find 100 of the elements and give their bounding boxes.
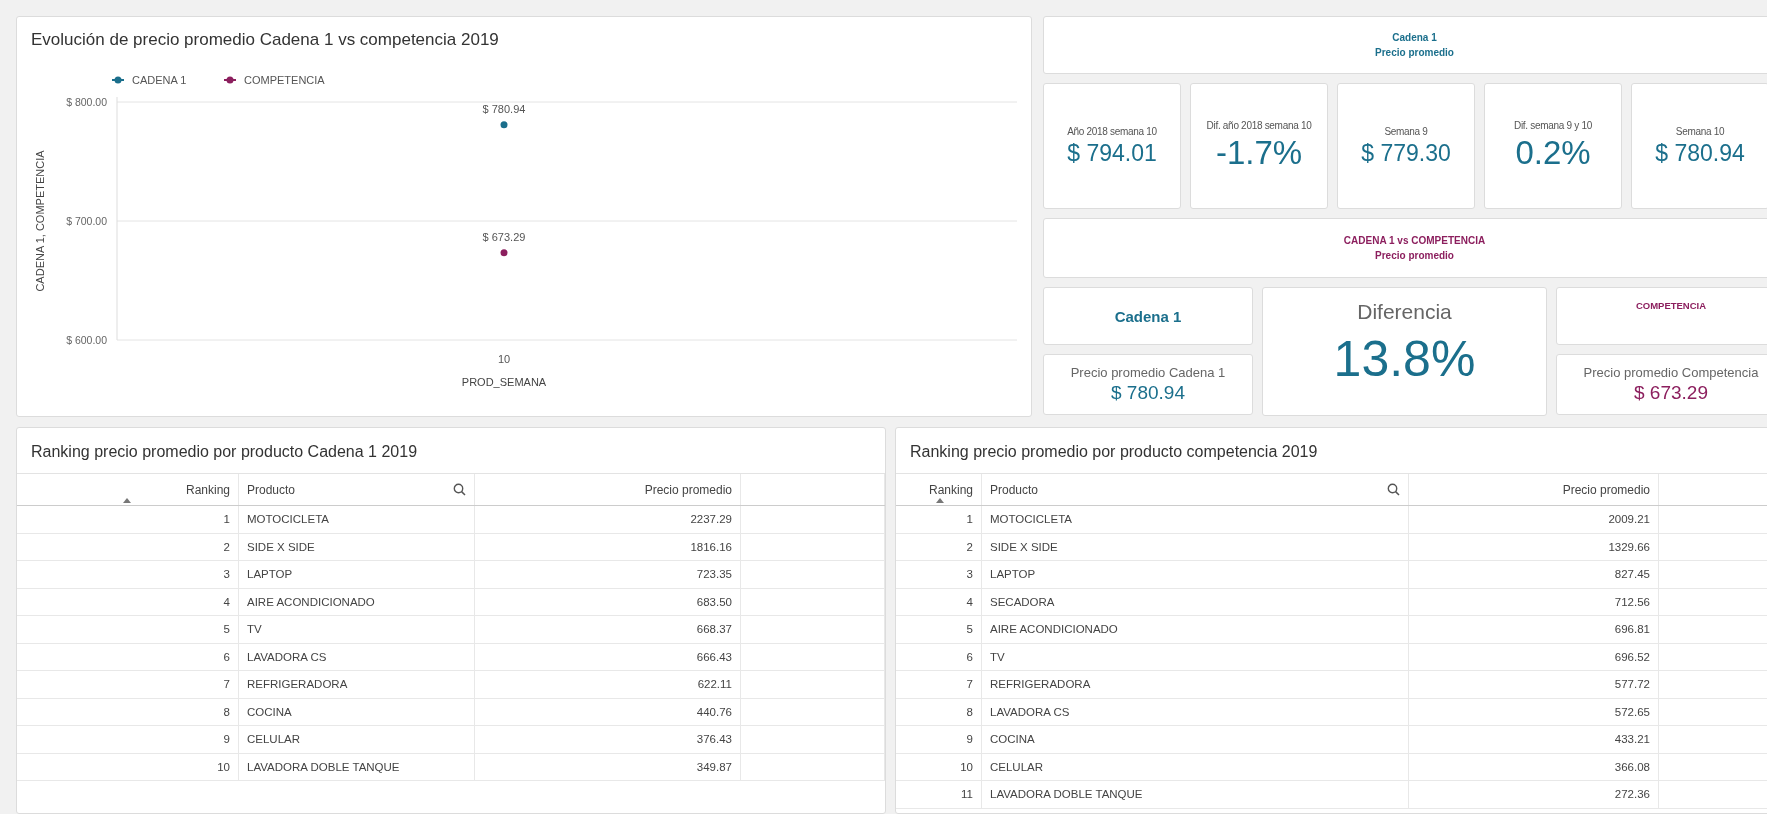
data-label: $ 780.94 bbox=[482, 102, 526, 115]
table-cell: 433.21 bbox=[1409, 726, 1659, 753]
table-cell: 1 bbox=[896, 506, 982, 533]
table-cell: 7 bbox=[17, 671, 239, 698]
table-cell: REFRIGERADORA bbox=[982, 671, 1409, 698]
table-cell: 272.36 bbox=[1409, 781, 1659, 808]
difference-value: 13.8% bbox=[1333, 330, 1476, 388]
table-cell: 6 bbox=[17, 643, 239, 670]
table-cell: 349.87 bbox=[475, 753, 741, 780]
kpi-value: 0.2% bbox=[1515, 134, 1591, 172]
table-cell: 2 bbox=[17, 533, 239, 560]
table-cell: 5 bbox=[896, 616, 982, 643]
table-cell: 622.11 bbox=[475, 671, 741, 698]
table-cell: CELULAR bbox=[239, 726, 475, 753]
table-cell: 572.65 bbox=[1409, 698, 1659, 725]
table-cell: 3 bbox=[17, 561, 239, 588]
table-cell: 1 bbox=[17, 506, 239, 533]
x-tick-label: 10 bbox=[497, 353, 511, 365]
table-cell: 4 bbox=[17, 588, 239, 615]
table-cell: MOTOCICLETA bbox=[982, 506, 1409, 533]
table-cell: LAVADORA DOBLE TANQUE bbox=[982, 781, 1409, 808]
table-cell: 2 bbox=[896, 533, 982, 560]
table-cell: 366.08 bbox=[1409, 753, 1659, 780]
price-value: $ 780.94 bbox=[1111, 382, 1185, 404]
table-cell: MOTOCICLETA bbox=[239, 506, 475, 533]
header-text: Precio promedio bbox=[1375, 47, 1454, 58]
table-cell: 668.37 bbox=[475, 616, 741, 643]
kpi-label: Semana 9 bbox=[1384, 125, 1428, 137]
header-text: Precio promedio bbox=[1375, 250, 1454, 261]
table-cell: 827.45 bbox=[1409, 561, 1659, 588]
difference-label: Diferencia bbox=[1357, 300, 1452, 324]
table-cell: 8 bbox=[896, 698, 982, 725]
card-title: Cadena 1 bbox=[1114, 307, 1182, 325]
table-cell: 10 bbox=[896, 753, 982, 780]
table-title: Ranking precio promedio por producto competencia 2019 bbox=[909, 442, 1319, 462]
kpi-label: Dif. año 2018 semana 10 bbox=[1206, 120, 1312, 131]
table-cell: 577.72 bbox=[1409, 671, 1659, 698]
table-cell: LAVADORA CS bbox=[982, 698, 1409, 725]
table-cell: 2237.29 bbox=[475, 506, 741, 533]
legend-label[interactable]: CADENA 1 bbox=[132, 74, 187, 86]
y-axis-title: CADENA 1, COMPETENCIA bbox=[34, 150, 46, 292]
table-title: Ranking precio promedio por producto Cadena 1 2019 bbox=[30, 442, 419, 462]
sort-ascending-icon[interactable] bbox=[123, 498, 131, 503]
table-cell: 7 bbox=[896, 671, 982, 698]
data-label: $ 673.29 bbox=[482, 230, 526, 243]
column-header[interactable]: Precio promedio bbox=[1562, 482, 1650, 497]
table-cell: TV bbox=[239, 616, 475, 643]
table-cell: 712.56 bbox=[1409, 588, 1659, 615]
y-tick-label: $ 800.00 bbox=[66, 96, 107, 108]
table-cell: 3 bbox=[896, 561, 982, 588]
search-icon[interactable] bbox=[1387, 483, 1400, 496]
table-cell: AIRE ACONDICIONADO bbox=[982, 616, 1409, 643]
sort-ascending-icon[interactable] bbox=[936, 498, 944, 503]
table-cell: CELULAR bbox=[982, 753, 1409, 780]
table-cell: 11 bbox=[896, 781, 982, 808]
table-cell: 4 bbox=[896, 588, 982, 615]
table-cell: COCINA bbox=[982, 726, 1409, 753]
column-header[interactable]: Precio promedio bbox=[644, 482, 732, 497]
table-cell: 8 bbox=[17, 698, 239, 725]
table-cell: 5 bbox=[17, 616, 239, 643]
table-cell: 9 bbox=[17, 726, 239, 753]
table-cell: LAPTOP bbox=[239, 561, 475, 588]
kpi-label: Dif. semana 9 y 10 bbox=[1514, 120, 1592, 131]
table-cell: 723.35 bbox=[475, 561, 741, 588]
chart-title: Evolución de precio promedio Cadena 1 vs competencia 2019 bbox=[30, 29, 500, 50]
header-text: CADENA 1 vs COMPETENCIA bbox=[1343, 235, 1486, 246]
search-icon[interactable] bbox=[453, 483, 466, 496]
legend-label[interactable]: COMPETENCIA bbox=[244, 74, 325, 86]
table-cell: 9 bbox=[896, 726, 982, 753]
kpi-value: $ 779.30 bbox=[1361, 139, 1451, 167]
column-header[interactable]: Producto bbox=[990, 482, 1039, 497]
column-header[interactable]: Ranking bbox=[928, 482, 973, 497]
table-cell: 440.76 bbox=[475, 698, 741, 725]
kpi-label: Año 2018 semana 10 bbox=[1067, 125, 1157, 137]
table-cell: 1329.66 bbox=[1409, 533, 1659, 560]
table-cell: 1816.16 bbox=[475, 533, 741, 560]
kpi-value: $ 780.94 bbox=[1655, 139, 1745, 167]
table-cell: 2009.21 bbox=[1409, 506, 1659, 533]
table-cell: COCINA bbox=[239, 698, 475, 725]
table-cell: LAPTOP bbox=[982, 561, 1409, 588]
header-text: Cadena 1 bbox=[1392, 32, 1437, 43]
column-header[interactable]: Producto bbox=[247, 482, 296, 497]
card-title: COMPETENCIA bbox=[1635, 300, 1707, 311]
table-cell: SECADORA bbox=[982, 588, 1409, 615]
table-cell: AIRE ACONDICIONADO bbox=[239, 588, 475, 615]
table-cell: 376.43 bbox=[475, 726, 741, 753]
y-tick-label: $ 600.00 bbox=[66, 334, 107, 346]
value-label: Precio promedio Competencia bbox=[1583, 365, 1759, 380]
table-cell: 696.52 bbox=[1409, 643, 1659, 670]
column-header[interactable]: Ranking bbox=[185, 482, 230, 497]
table-cell: 10 bbox=[17, 753, 239, 780]
table-cell: SIDE X SIDE bbox=[239, 533, 475, 560]
x-axis-title: PROD_SEMANA bbox=[461, 376, 547, 388]
data-point[interactable] bbox=[500, 249, 508, 257]
price-value: $ 673.29 bbox=[1634, 382, 1708, 404]
data-point[interactable] bbox=[500, 121, 508, 129]
kpi-label: Semana 10 bbox=[1675, 125, 1725, 137]
table-cell: 6 bbox=[896, 643, 982, 670]
y-tick-label: $ 700.00 bbox=[66, 215, 107, 227]
table-cell: SIDE X SIDE bbox=[982, 533, 1409, 560]
